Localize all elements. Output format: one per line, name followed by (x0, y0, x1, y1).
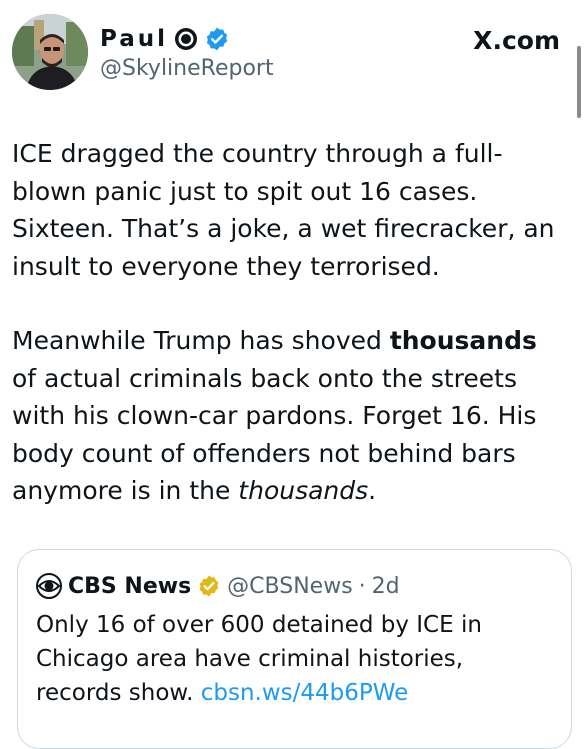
author-handle[interactable]: @SkylineReport (100, 56, 274, 81)
quoted-author-name[interactable]: CBS News (68, 574, 191, 599)
tweet-line: with his clown-car pardons. Forget 16. H… (12, 401, 537, 430)
quoted-link[interactable]: cbsn.ws/44b6PWe (201, 680, 409, 706)
tweet-paragraph-1: ICE dragged the country through a full- … (12, 135, 557, 285)
tweet-period: . (368, 476, 377, 505)
avatar-photo (12, 14, 88, 90)
verified-badge-icon[interactable] (204, 26, 230, 52)
dot-separator: · (358, 573, 366, 599)
tweet-line: body count of offenders not behind bars (12, 438, 516, 468)
quoted-tweet-text: Only 16 of over 600 detained by ICE in C… (36, 608, 556, 710)
tweet-line: Sixteen. That’s a joke, a wet firecracke… (12, 214, 555, 243)
author-name[interactable]: Paul (100, 26, 168, 52)
affiliation-badge-icon (174, 27, 198, 51)
scrollbar[interactable] (577, 46, 581, 118)
gold-verified-badge-icon (197, 574, 221, 598)
tweet-line: blown panic just to spit out 16 cases. (12, 176, 478, 206)
tweet-line: anymore is in the (12, 476, 239, 505)
quote-line: Chicago area have criminal histories, (36, 646, 464, 672)
quoted-tweet-card[interactable]: CBS News @CBSNews · 2d Only 16 of over 600… (17, 549, 572, 749)
quoted-author-handle[interactable]: @CBSNews (227, 574, 352, 599)
tweet-line: ICE dragged the country through a full- (12, 139, 503, 168)
tweet-line: of actual criminals back onto the street… (12, 363, 517, 393)
tweet-paragraph-2: Meanwhile Trump has shoved thousands of … (12, 322, 557, 510)
tweet-text: ICE dragged the country through a full- … (12, 135, 557, 510)
italic-thousands: thousands (238, 476, 369, 505)
tweet-line: insult to everyone they terrorised. (12, 251, 440, 281)
quote-line: Only 16 of over 600 detained by ICE in (36, 612, 482, 638)
x-brand-label: X.com (473, 26, 560, 55)
quoted-timestamp[interactable]: 2d (372, 574, 400, 599)
quoted-tweet-header: CBS News @CBSNews · 2d (36, 572, 400, 600)
avatar[interactable] (12, 14, 88, 90)
tweet-line: Meanwhile Trump has shoved (12, 326, 390, 355)
bold-thousands: thousands (389, 326, 537, 355)
quote-line: records show. (36, 680, 201, 706)
cbs-eye-logo-icon (36, 573, 62, 599)
author-name-row: Paul (100, 24, 230, 54)
